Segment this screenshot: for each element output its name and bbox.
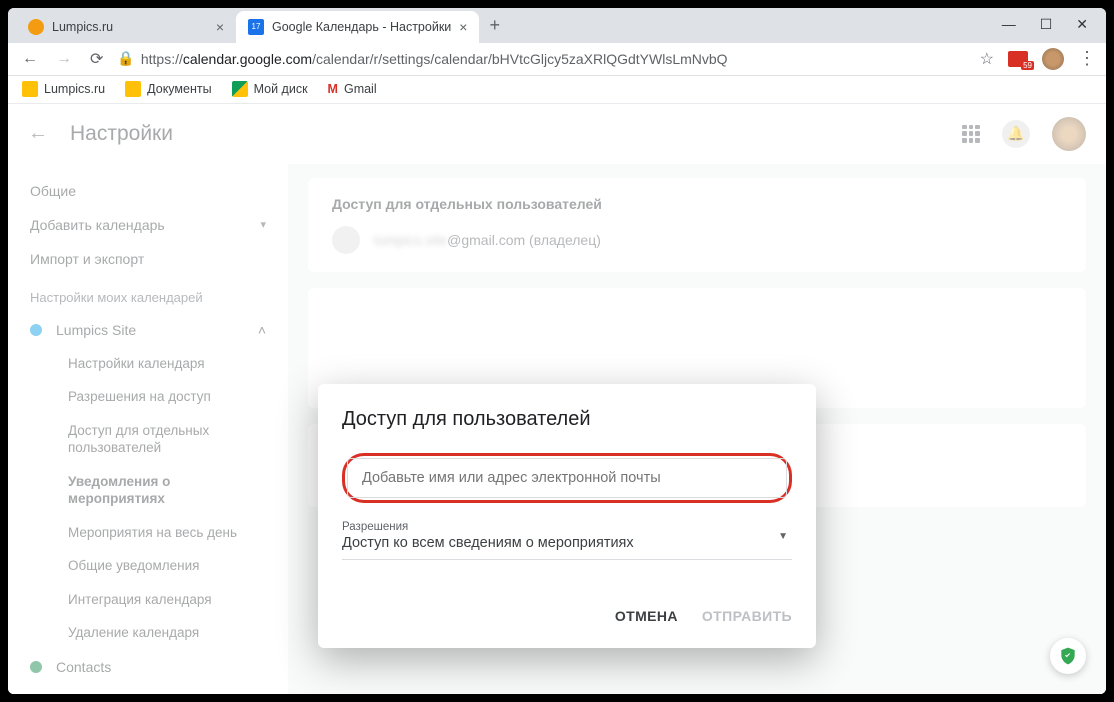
shield-badge-icon[interactable] <box>1050 638 1086 674</box>
sidebar-item-import-export[interactable]: Импорт и экспорт <box>8 242 288 276</box>
sidebar-sub-item[interactable]: Интеграция календаря <box>8 583 288 617</box>
bookmark-item[interactable]: Lumpics.ru <box>22 81 105 97</box>
sidebar-calendar[interactable]: Contacts <box>8 650 288 684</box>
bookmark-item[interactable]: Документы <box>125 81 211 97</box>
permissions-dropdown[interactable]: Разрешения Доступ ко всем сведениям о ме… <box>342 517 792 560</box>
chevron-up-icon: ˄ <box>258 322 266 338</box>
permissions-value: Доступ ко всем сведениям о мероприятиях <box>342 535 792 551</box>
tab-title: Google Календарь - Настройки <box>272 20 451 34</box>
chevron-down-icon: ▼ <box>778 531 788 542</box>
new-tab-button[interactable]: + <box>479 15 510 36</box>
minimize-button[interactable]: — <box>1002 16 1016 33</box>
calendar-color-dot <box>30 661 42 673</box>
address-bar: ← → ⟳ 🔒 https://calendar.google.com/cale… <box>8 43 1106 76</box>
close-window-button[interactable]: ✕ <box>1076 16 1088 33</box>
browser-tab[interactable]: Lumpics.ru × <box>16 11 236 43</box>
sidebar-section-header: Настройки моих календарей <box>8 276 288 313</box>
dialog-actions: ОТМЕНА ОТПРАВИТЬ <box>342 608 792 624</box>
chevron-down-icon: ▾ <box>260 218 266 231</box>
profile-avatar[interactable] <box>1042 48 1064 70</box>
forward-button[interactable]: → <box>52 46 76 72</box>
sidebar-item-add-calendar[interactable]: Добавить календарь▾ <box>8 208 288 242</box>
sidebar-sub-item[interactable]: Удаление календаря <box>8 616 288 650</box>
permissions-label: Разрешения <box>342 521 792 533</box>
dialog-title: Доступ для пользователей <box>342 408 792 431</box>
sidebar-sub-item[interactable]: Общие уведомления <box>8 549 288 583</box>
lock-icon: 🔒 <box>117 50 134 67</box>
share-dialog: Доступ для пользователей Разрешения Дост… <box>318 384 816 648</box>
page-title: Настройки <box>70 122 173 146</box>
notifications-icon[interactable]: 🔔 <box>1002 120 1030 148</box>
url-scheme: https:// <box>141 51 183 67</box>
cancel-button[interactable]: ОТМЕНА <box>615 608 678 624</box>
sidebar-sub-item[interactable]: Мероприятия на весь день <box>8 516 288 550</box>
close-icon[interactable]: × <box>459 19 467 35</box>
back-arrow-icon[interactable]: ← <box>28 122 48 145</box>
bookmark-star-icon[interactable]: ☆ <box>980 49 994 69</box>
url-field[interactable]: 🔒 https://calendar.google.com/calendar/r… <box>117 50 969 67</box>
email-input[interactable] <box>362 470 772 486</box>
settings-sidebar: Общие Добавить календарь▾ Импорт и экспо… <box>8 164 288 694</box>
sidebar-sub-item[interactable]: Разрешения на доступ <box>8 380 288 414</box>
sidebar-sub-item[interactable]: Доступ для отдельных пользователей <box>8 414 288 465</box>
gmail-extension-icon[interactable] <box>1008 51 1028 67</box>
toolbar-extensions: ☆ ⋮ <box>980 48 1096 70</box>
browser-window: Lumpics.ru × 17 Google Календарь - Настр… <box>8 8 1106 694</box>
bookmarks-bar: Lumpics.ru Документы Мой диск MGmail <box>8 76 1106 104</box>
favicon <box>28 19 44 35</box>
maximize-button[interactable]: ☐ <box>1040 16 1053 33</box>
apps-grid-icon[interactable] <box>962 125 980 143</box>
sidebar-sub-item[interactable]: Настройки календаря <box>8 347 288 381</box>
back-button[interactable]: ← <box>18 46 42 72</box>
highlight-ring <box>342 453 792 503</box>
bookmark-item[interactable]: MGmail <box>328 82 377 96</box>
url-host: calendar.google.com <box>183 51 312 67</box>
sidebar-sub-item-active[interactable]: Уведомления о мероприятиях <box>8 465 288 516</box>
app-header: ← Настройки 🔔 <box>8 104 1106 164</box>
calendar-color-dot <box>30 324 42 336</box>
card-title: Доступ для отдельных пользователей <box>332 196 1062 212</box>
card-user-access: Доступ для отдельных пользователей lumpi… <box>308 178 1086 272</box>
url-path: /calendar/r/settings/calendar/bHVtcGljcy… <box>312 51 727 67</box>
close-icon[interactable]: × <box>216 19 224 35</box>
app-content: ← Настройки 🔔 Общие Добавить календарь▾ … <box>8 104 1106 694</box>
bookmark-item[interactable]: Мой диск <box>232 81 308 97</box>
favicon: 17 <box>248 19 264 35</box>
titlebar: Lumpics.ru × 17 Google Календарь - Настр… <box>8 8 1106 43</box>
sidebar-item-general[interactable]: Общие <box>8 174 288 208</box>
menu-icon[interactable]: ⋮ <box>1078 48 1096 69</box>
avatar-icon <box>332 226 360 254</box>
reload-button[interactable]: ⟳ <box>86 45 107 73</box>
send-button: ОТПРАВИТЬ <box>702 608 792 624</box>
sidebar-calendar[interactable]: Lumpics Site ˄ <box>8 313 288 347</box>
window-controls: — ☐ ✕ <box>1002 16 1106 43</box>
browser-tab-active[interactable]: 17 Google Календарь - Настройки × <box>236 11 479 43</box>
owner-row: lumpics.site@gmail.com (владелец) <box>332 226 1062 254</box>
account-avatar[interactable] <box>1052 117 1086 151</box>
tab-title: Lumpics.ru <box>52 20 208 34</box>
